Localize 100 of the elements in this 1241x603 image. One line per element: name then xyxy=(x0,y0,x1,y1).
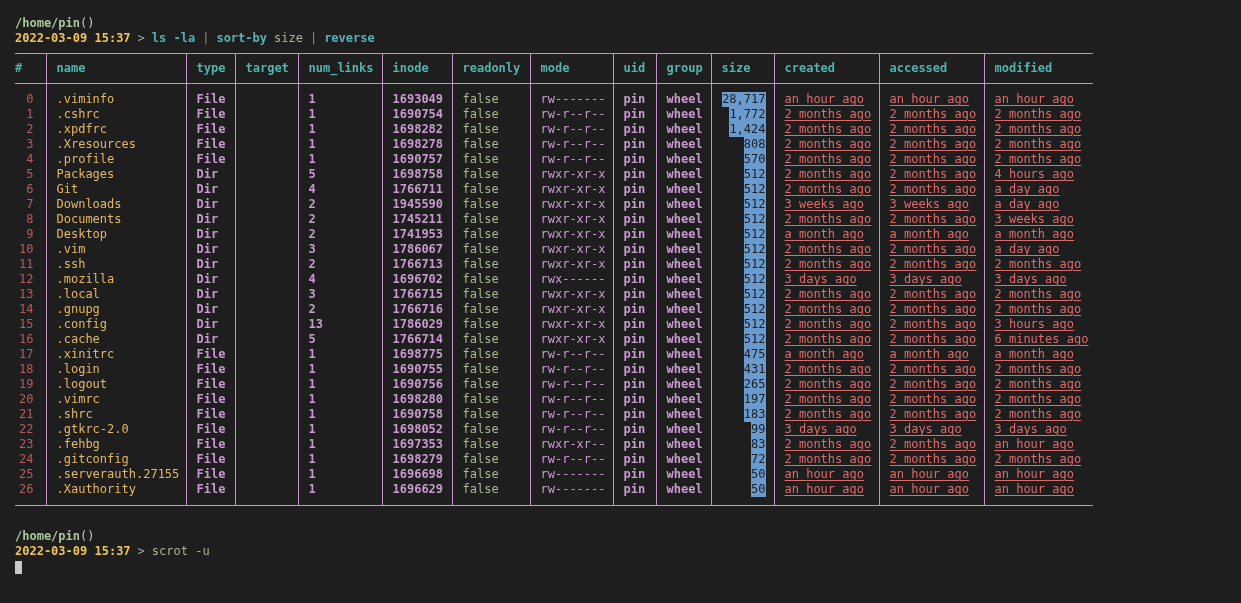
table-cell: a day ago xyxy=(994,197,1060,211)
table-cell: 2 months ago xyxy=(994,137,1082,151)
table-cell: 1690757 xyxy=(392,152,444,166)
table-cell: File xyxy=(196,452,226,466)
table-cell: rwxr-xr-x xyxy=(540,287,606,301)
table-cell: an hour ago xyxy=(994,92,1074,106)
table-cell: 2 months ago xyxy=(784,242,872,256)
table-cell: pin xyxy=(623,272,646,286)
table-cell: rw------- xyxy=(540,482,606,496)
table-cell: an hour ago xyxy=(889,92,969,106)
table-cell: 2 months ago xyxy=(889,167,977,181)
table-cell: wheel xyxy=(666,227,703,241)
table-cell: pin xyxy=(623,122,646,136)
table-cell: pin xyxy=(623,362,646,376)
table-cell: rwxr-xr-x xyxy=(540,257,606,271)
table-cell: false xyxy=(462,257,499,271)
column-header: uid xyxy=(613,53,656,84)
table-cell: 1693049 xyxy=(392,92,444,106)
table-cell: 2 months ago xyxy=(889,452,977,466)
table-cell: .fehbg xyxy=(56,437,100,451)
table-cell: rwxr-xr-x xyxy=(540,317,606,331)
table-cell: 1690758 xyxy=(392,407,444,421)
table-cell: a day ago xyxy=(994,182,1060,196)
table-cell: 475 xyxy=(743,347,766,362)
table-cell: 512 xyxy=(743,242,766,257)
table-cell: 1696698 xyxy=(392,467,444,481)
table-cell: 2 xyxy=(308,227,316,241)
table-cell: pin xyxy=(623,227,646,241)
table-cell: 2 months ago xyxy=(889,332,977,346)
table-cell: an hour ago xyxy=(784,467,864,481)
table-cell: 1,424 xyxy=(729,122,766,137)
table-cell: false xyxy=(462,227,499,241)
table-cell: false xyxy=(462,122,499,136)
table-cell: rw-r--r-- xyxy=(540,107,606,121)
table-cell: .profile xyxy=(56,152,115,166)
table-cell: File xyxy=(196,137,226,151)
command-text: reverse xyxy=(324,31,375,46)
table-cell: 3 xyxy=(308,287,316,301)
table-cell: 3 xyxy=(308,242,316,256)
table-cell: wheel xyxy=(666,137,703,151)
table-cell: rw-r--r-- xyxy=(540,362,606,376)
table-cell: rw-r--r-- xyxy=(540,122,606,136)
command-text: ls -la xyxy=(151,31,196,46)
table-cell: .cshrc xyxy=(56,107,100,121)
table-cell: false xyxy=(462,332,499,346)
table-cell: 2 months ago xyxy=(889,287,977,301)
table-cell: wheel xyxy=(666,332,703,346)
table-cell: 1698278 xyxy=(392,137,444,151)
table-cell: pin xyxy=(623,257,646,271)
table-cell: 3 days ago xyxy=(994,422,1067,436)
table-cell: 1 xyxy=(308,347,316,361)
table-cell: File xyxy=(196,482,226,496)
table-cell: .gnupg xyxy=(56,302,100,316)
table-cell: File xyxy=(196,377,226,391)
table-cell: rw-r--r-- xyxy=(540,452,606,466)
table-cell: false xyxy=(462,272,499,286)
table-cell: 2 months ago xyxy=(889,152,977,166)
table-cell: wheel xyxy=(666,437,703,451)
table-cell: Dir xyxy=(196,167,219,181)
table-cell: 2 months ago xyxy=(889,107,977,121)
table-cell: 512 xyxy=(743,212,766,227)
table-cell: File xyxy=(196,92,226,106)
table-cell: an hour ago xyxy=(784,482,864,496)
table-cell: wheel xyxy=(666,362,703,376)
table-cell: 2 months ago xyxy=(994,362,1082,376)
table-cell: 3 days ago xyxy=(889,272,962,286)
table-cell: 2 months ago xyxy=(889,257,977,271)
table-cell: an hour ago xyxy=(889,467,969,481)
table-cell: Dir xyxy=(196,227,219,241)
table-cell: rw-r--r-- xyxy=(540,377,606,391)
table-cell: 5 xyxy=(308,332,316,346)
table-cell: 2 months ago xyxy=(994,122,1082,136)
directory-path: /home/pin() xyxy=(15,529,95,544)
column-header: modified xyxy=(984,53,1093,84)
table-cell: 2 months ago xyxy=(994,257,1082,271)
table-cell: 3 xyxy=(26,137,34,151)
table-cell: 3 days ago xyxy=(784,272,857,286)
table-cell: 2 months ago xyxy=(784,152,872,166)
table-cell: 1 xyxy=(308,437,316,451)
table-cell: 2 months ago xyxy=(994,377,1082,391)
table-cell: false xyxy=(462,317,499,331)
table-cell: false xyxy=(462,92,499,106)
table-cell: 16 xyxy=(19,332,34,346)
table-cell: 512 xyxy=(743,272,766,287)
table-cell: 512 xyxy=(743,287,766,302)
table-cell: pin xyxy=(623,302,646,316)
table-cell: wheel xyxy=(666,152,703,166)
column-header: target xyxy=(235,53,298,84)
column-header: accessed xyxy=(879,53,984,84)
table-cell: .vim xyxy=(56,242,86,256)
table-cell: File xyxy=(196,152,226,166)
table-cell: 2 months ago xyxy=(784,317,872,331)
table-cell: 25 xyxy=(19,467,34,481)
table-cell: rwxr-xr-x xyxy=(540,302,606,316)
table-cell: 3 days ago xyxy=(994,272,1067,286)
table-cell: rwxr-xr-x xyxy=(540,167,606,181)
table-cell: 0 xyxy=(26,92,34,106)
table-cell: 22 xyxy=(19,422,34,436)
table-cell: 3 days ago xyxy=(889,422,962,436)
table-cell: rwxr-xr-x xyxy=(540,197,606,211)
